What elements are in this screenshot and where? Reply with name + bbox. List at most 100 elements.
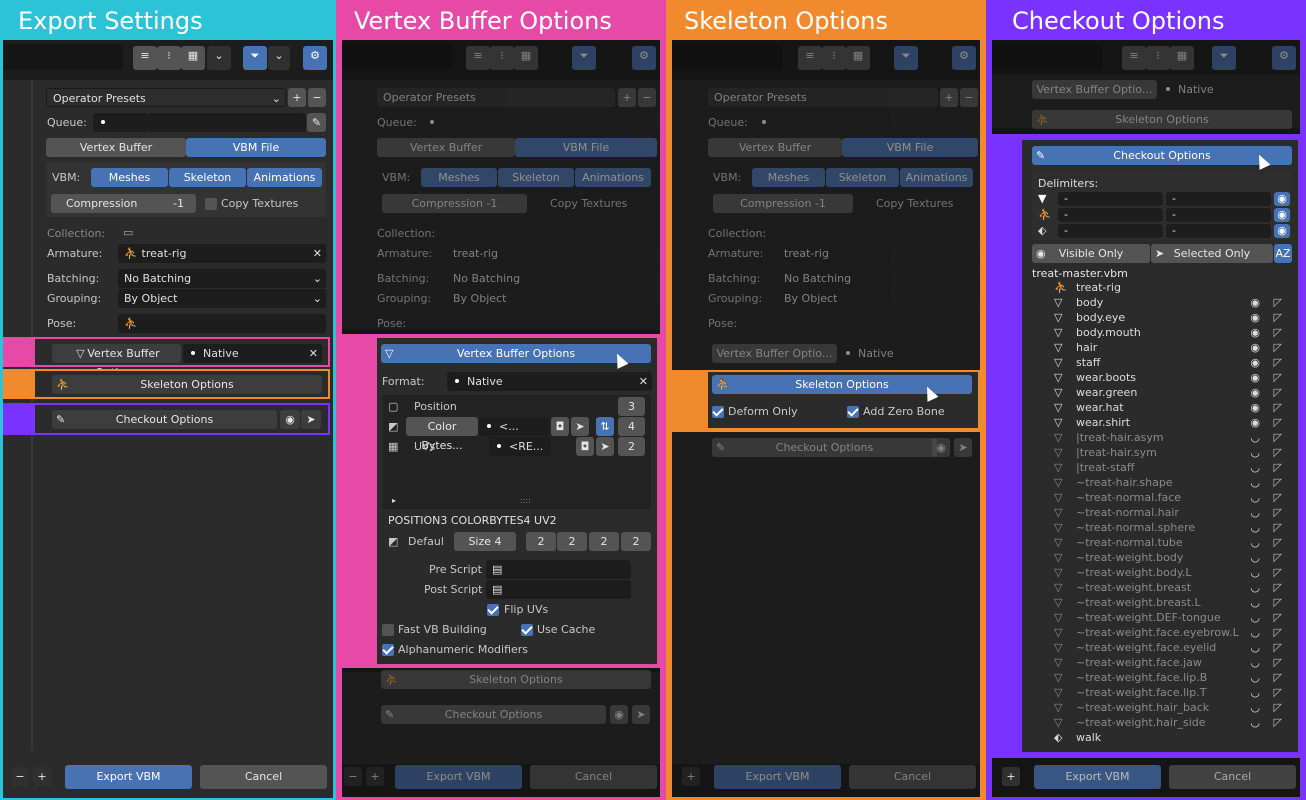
size-field-4[interactable]: 2 bbox=[621, 532, 651, 551]
eye-icon[interactable]: ◉ bbox=[1250, 415, 1260, 430]
size-field-3[interactable]: 2 bbox=[589, 532, 619, 551]
add-preset-button[interactable]: + bbox=[940, 88, 958, 107]
tree-item[interactable]: ▽ |treat-staff ◡ ◸ bbox=[1032, 460, 1298, 475]
eye-icon[interactable]: ◉ bbox=[1250, 370, 1260, 385]
filter-icon[interactable]: ⏷ bbox=[894, 46, 918, 70]
eye-icon[interactable]: ◉ bbox=[1250, 340, 1260, 355]
select-arrow-icon[interactable]: ◸ bbox=[1274, 715, 1282, 730]
select-arrow-icon[interactable]: ◸ bbox=[1274, 625, 1282, 640]
tree-item[interactable]: ▽ ~treat-weight.hair_side ◡ ◸ bbox=[1032, 715, 1298, 730]
cursor-icon[interactable]: ➤ bbox=[596, 437, 614, 456]
eye-icon[interactable]: ◉ bbox=[1250, 400, 1260, 415]
select-arrow-icon[interactable]: ◸ bbox=[1274, 595, 1282, 610]
color-value-field[interactable]: <... bbox=[479, 417, 549, 436]
tree-item[interactable]: ⛹ treat-rig bbox=[1032, 280, 1298, 295]
select-arrow-icon[interactable]: ◸ bbox=[1274, 445, 1282, 460]
search-area[interactable] bbox=[3, 44, 123, 70]
tree-item[interactable]: ▽ wear.green ◉ ◸ bbox=[1032, 385, 1298, 400]
camera-icon[interactable]: ◘ bbox=[551, 417, 569, 436]
grid-view-icon[interactable]: ▦ bbox=[1170, 46, 1194, 70]
eye-icon[interactable]: ◉ bbox=[280, 410, 300, 429]
cancel-button[interactable]: Cancel bbox=[200, 765, 327, 789]
detail-view-icon[interactable]: ⁝ bbox=[490, 46, 514, 70]
select-arrow-icon[interactable]: ◸ bbox=[1274, 430, 1282, 445]
compression-field[interactable]: Compression -1 bbox=[713, 194, 853, 213]
tab-vertex-buffer[interactable]: Vertex Buffer bbox=[377, 138, 515, 157]
search-area[interactable] bbox=[672, 44, 782, 70]
cursor-icon[interactable]: ➤ bbox=[571, 417, 589, 436]
visible-only-button[interactable]: ◉ Visible Only bbox=[1032, 244, 1150, 263]
gear-icon[interactable]: ⚙ bbox=[952, 46, 976, 70]
eye-closed-icon[interactable]: ◡ bbox=[1250, 580, 1260, 595]
select-arrow-icon[interactable]: ◸ bbox=[1274, 340, 1282, 355]
grouping-dropdown[interactable]: By Object bbox=[778, 289, 978, 308]
tree-item[interactable]: ▽ ~treat-normal.tube ◡ ◸ bbox=[1032, 535, 1298, 550]
eye-icon[interactable]: ◉ bbox=[1274, 192, 1290, 206]
remove-button[interactable]: − bbox=[344, 767, 362, 786]
post-script-field[interactable]: ▤ bbox=[486, 580, 631, 599]
vb-options-button[interactable]: Vertex Buffer Optio... bbox=[1032, 80, 1157, 99]
vb-options-button[interactable]: ▽Vertex Buffer Options bbox=[52, 344, 181, 379]
vb-format-field[interactable]: Native bbox=[1158, 80, 1292, 99]
cancel-button[interactable]: Cancel bbox=[530, 765, 657, 789]
eye-closed-icon[interactable]: ◡ bbox=[1250, 550, 1260, 565]
tree-item[interactable]: ▽ ~treat-weight.face.lip.T ◡ ◸ bbox=[1032, 685, 1298, 700]
collection-icon[interactable]: ▭ bbox=[123, 226, 133, 239]
attribute-position[interactable]: Position bbox=[414, 397, 457, 416]
tree-item[interactable]: ▽ ~treat-weight.hair_back ◡ ◸ bbox=[1032, 700, 1298, 715]
filter-icon[interactable]: ⏷ bbox=[572, 46, 596, 70]
cursor-icon[interactable]: ➤ bbox=[954, 438, 972, 457]
tree-item[interactable]: ⬖ walk bbox=[1032, 730, 1298, 745]
add-zero-bone-checkbox[interactable] bbox=[847, 406, 859, 418]
position-count[interactable]: 3 bbox=[618, 397, 645, 416]
use-cache-checkbox[interactable] bbox=[521, 624, 533, 636]
tree-item[interactable]: ▽ staff ◉ ◸ bbox=[1032, 355, 1298, 370]
chevron-down-icon[interactable]: ⌄ bbox=[207, 46, 231, 70]
add-preset-button[interactable]: + bbox=[618, 88, 636, 107]
select-arrow-icon[interactable]: ◸ bbox=[1274, 415, 1282, 430]
list-view-icon[interactable]: ≡ bbox=[466, 46, 490, 70]
tab-vbm-file[interactable]: VBM File bbox=[186, 138, 326, 157]
grouping-dropdown[interactable]: By Object ⌄ bbox=[118, 289, 326, 308]
eye-icon[interactable]: ◉ bbox=[1250, 295, 1260, 310]
attribute-uvs[interactable]: UVs bbox=[414, 437, 435, 456]
size-field-1[interactable]: 2 bbox=[526, 532, 556, 551]
cancel-button[interactable]: Cancel bbox=[1169, 765, 1296, 789]
queue-field[interactable] bbox=[422, 113, 657, 132]
remove-preset-button[interactable]: − bbox=[638, 88, 656, 107]
select-arrow-icon[interactable]: ◸ bbox=[1274, 325, 1282, 340]
remove-preset-button[interactable]: − bbox=[308, 88, 326, 107]
tree-item[interactable]: ▽ |treat-hair.sym ◡ ◸ bbox=[1032, 445, 1298, 460]
eye-closed-icon[interactable]: ◡ bbox=[1250, 610, 1260, 625]
edit-icon[interactable]: ✎ bbox=[307, 113, 326, 132]
close-icon[interactable]: ✕ bbox=[639, 372, 648, 391]
delimiter-field[interactable]: - bbox=[1166, 224, 1271, 238]
eye-icon[interactable]: ◉ bbox=[610, 705, 628, 724]
vb-format-field[interactable]: Native bbox=[838, 344, 972, 363]
vbm-animations-toggle[interactable]: Animations bbox=[575, 168, 651, 187]
grid-view-icon[interactable]: ▦ bbox=[514, 46, 538, 70]
detail-view-icon[interactable]: ⁝ bbox=[1146, 46, 1170, 70]
grid-view-icon[interactable]: ▦ bbox=[846, 46, 870, 70]
resize-handle-icon[interactable]: :::: bbox=[520, 496, 531, 505]
select-arrow-icon[interactable]: ◸ bbox=[1274, 655, 1282, 670]
eye-closed-icon[interactable]: ◡ bbox=[1250, 565, 1260, 580]
search-area[interactable] bbox=[992, 44, 1102, 70]
eye-closed-icon[interactable]: ◡ bbox=[1250, 445, 1260, 460]
select-arrow-icon[interactable]: ◸ bbox=[1274, 490, 1282, 505]
batching-dropdown[interactable]: No Batching bbox=[778, 269, 978, 288]
eye-icon[interactable]: ◉ bbox=[1250, 385, 1260, 400]
vb-format-field[interactable]: Native ✕ bbox=[183, 344, 322, 363]
tab-vertex-buffer[interactable]: Vertex Buffer bbox=[46, 138, 186, 157]
select-arrow-icon[interactable]: ◸ bbox=[1274, 385, 1282, 400]
remove-preset-button[interactable]: − bbox=[960, 88, 978, 107]
eye-icon[interactable]: ◉ bbox=[1250, 355, 1260, 370]
export-vbm-button[interactable]: Export VBM bbox=[395, 765, 522, 789]
vbm-meshes-toggle[interactable]: Meshes bbox=[91, 168, 168, 187]
select-arrow-icon[interactable]: ◸ bbox=[1274, 355, 1282, 370]
sort-icon[interactable]: ⇅ bbox=[596, 417, 614, 436]
export-vbm-button[interactable]: Export VBM bbox=[714, 765, 841, 789]
select-arrow-icon[interactable]: ◸ bbox=[1274, 460, 1282, 475]
tree-item[interactable]: ▽ ~treat-weight.body.L ◡ ◸ bbox=[1032, 565, 1298, 580]
select-arrow-icon[interactable]: ◸ bbox=[1274, 640, 1282, 655]
